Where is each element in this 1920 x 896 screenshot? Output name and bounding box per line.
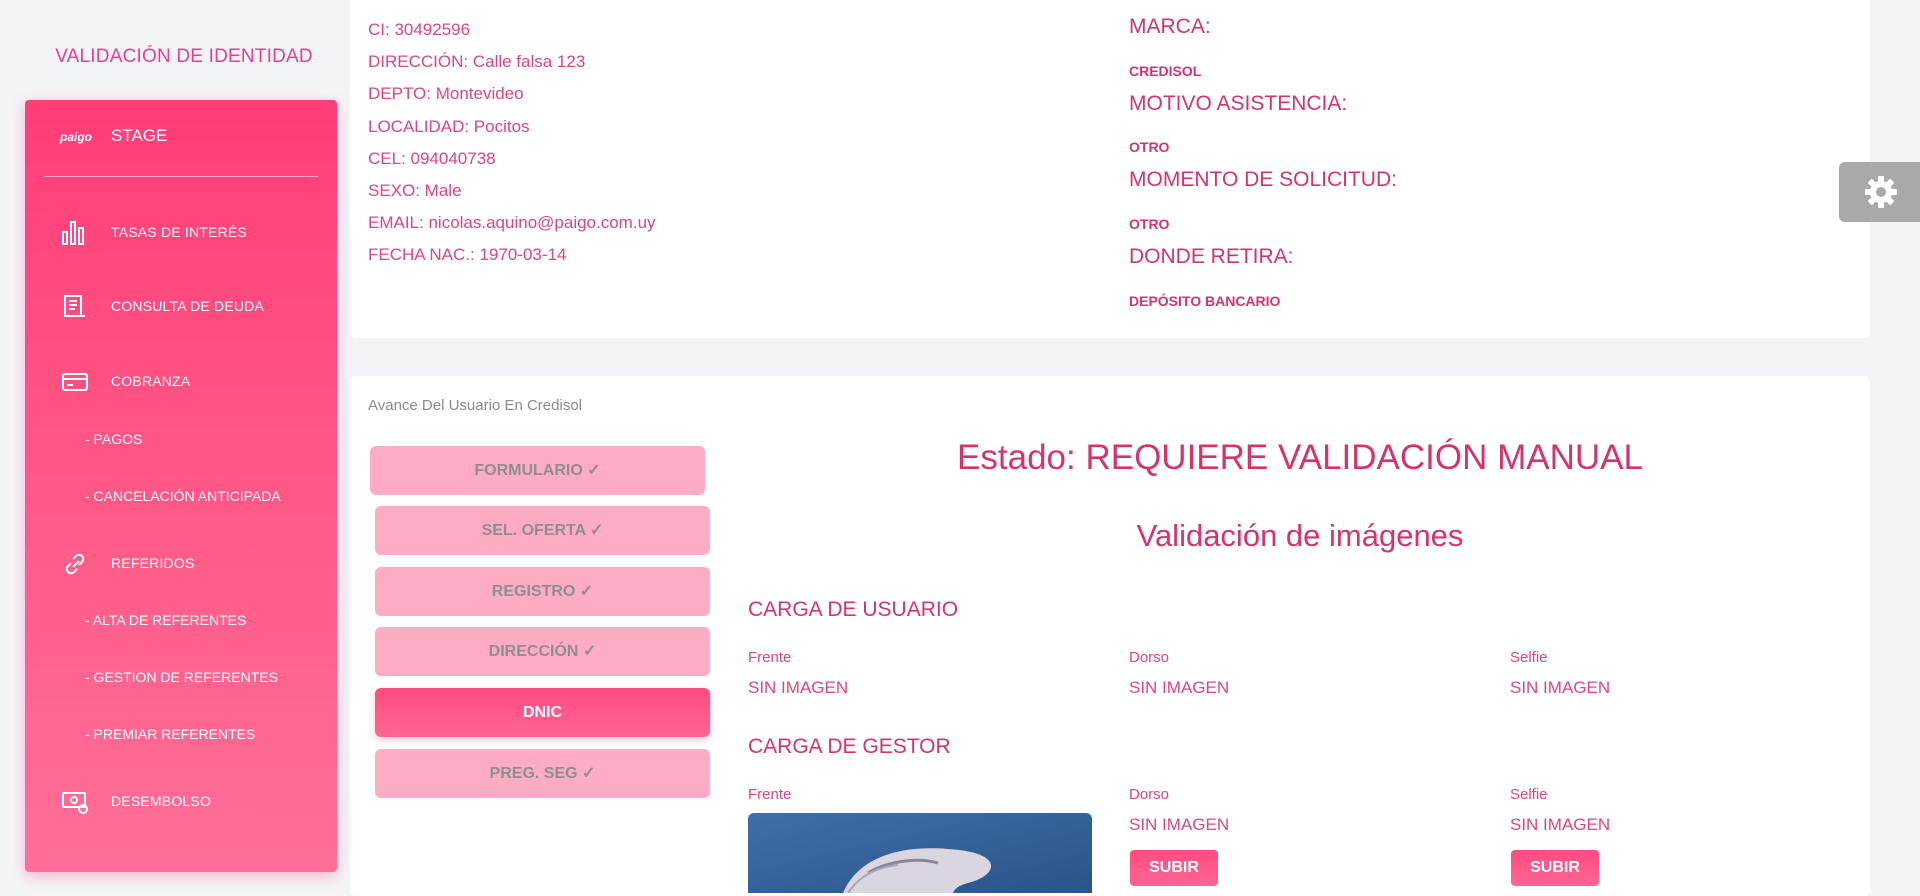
user-depto: DEPTO: Montevideo: [368, 84, 524, 104]
sidebar-item-cobranza[interactable]: COBRANZA: [25, 361, 337, 401]
usuario-selfie-value: SIN IMAGEN: [1510, 678, 1611, 697]
momento-value: OTRO: [1129, 216, 1170, 232]
page-title: VALIDACIÓN DE IDENTIDAD: [55, 46, 313, 67]
gestor-dorso-value: SIN IMAGEN: [1129, 815, 1230, 834]
gestor-dorso-upload-button[interactable]: SUBIR: [1130, 850, 1218, 886]
sidebar-item-referidos[interactable]: REFERIDOS: [25, 543, 337, 583]
sidebar-item-label: REFERIDOS: [111, 555, 195, 571]
retira-value: DEPÓSITO BANCARIO: [1129, 293, 1281, 309]
motivo-value: OTRO: [1129, 139, 1170, 155]
sidebar-item-label: TASAS DE INTERÉS: [111, 224, 247, 240]
sidebar-item-label: DESEMBOLSO: [111, 793, 212, 809]
sidebar-subitem-gestion-referentes[interactable]: - GESTION DE REFERENTES: [85, 669, 278, 685]
gestor-frente-image: [748, 813, 1092, 893]
step-sel-oferta[interactable]: SEL. OFERTA ✓: [375, 506, 710, 555]
image-validation-title: Validación de imágenes: [1136, 518, 1464, 553]
user-cel: CEL: 094040738: [368, 148, 496, 168]
gestor-selfie-upload-button[interactable]: SUBIR: [1511, 850, 1599, 886]
receipt-icon: [61, 294, 89, 320]
usuario-frente-label: Frente: [748, 649, 792, 666]
carga-gestor-title: CARGA DE GESTOR: [748, 735, 951, 758]
user-info-list: CI: 30492596 DIRECCIÓN: Calle falsa 123 …: [368, 14, 656, 272]
link-icon: [61, 551, 89, 577]
environment-label: STAGE: [111, 126, 168, 145]
sidebar-header[interactable]: paigo STAGE: [25, 100, 337, 176]
progress-title: Avance Del Usuario En Credisol: [368, 397, 582, 414]
sidebar-item-label: COBRANZA: [111, 373, 191, 389]
sidebar-item-desembolso[interactable]: DESEMBOLSO: [25, 781, 337, 821]
usuario-dorso-label: Dorso: [1129, 649, 1170, 666]
step-formulario[interactable]: FORMULARIO ✓: [370, 446, 705, 495]
step-preg-seg[interactable]: PREG. SEG ✓: [375, 749, 710, 798]
gestor-dorso-label: Dorso: [1129, 786, 1170, 803]
user-ci: CI: 30492596: [368, 20, 471, 39]
bar-chart-icon: [61, 220, 89, 246]
user-fecha-nac: FECHA NAC.: 1970-03-14: [368, 245, 567, 265]
user-localidad: LOCALIDAD: Pocitos: [368, 116, 530, 136]
paigo-logo: paigo: [60, 130, 92, 144]
usuario-frente-value: SIN IMAGEN: [748, 678, 849, 697]
gestor-frente-label: Frente: [748, 786, 792, 803]
marca-label: MARCA:: [1129, 15, 1211, 38]
sidebar-subitem-cancelacion[interactable]: - CANCELACIÓN ANTICIPADA: [85, 488, 281, 504]
settings-button[interactable]: [1839, 162, 1920, 222]
usuario-selfie-label: Selfie: [1510, 649, 1548, 666]
gestor-selfie-label: Selfie: [1510, 786, 1548, 803]
usuario-dorso-value: SIN IMAGEN: [1129, 678, 1230, 697]
user-direccion: DIRECCIÓN: Calle falsa 123: [368, 52, 586, 72]
step-direccion[interactable]: DIRECCIÓN ✓: [375, 627, 710, 676]
step-dnic[interactable]: DNIC: [375, 688, 710, 737]
sidebar-subitem-pagos[interactable]: - PAGOS: [85, 431, 142, 447]
sidebar: paigo STAGE TASAS DE INTERÉS CONSULTA DE…: [25, 100, 337, 872]
momento-label: MOMENTO DE SOLICITUD:: [1129, 168, 1397, 191]
user-email: EMAIL: nicolas.aquino@paigo.com.uy: [368, 213, 656, 233]
sidebar-item-label: CONSULTA DE DEUDA: [111, 298, 265, 314]
sidebar-divider: [44, 176, 318, 177]
sidebar-subitem-premiar-referentes[interactable]: - PREMIAR REFERENTES: [85, 726, 255, 742]
gestor-selfie-value: SIN IMAGEN: [1510, 815, 1611, 834]
retira-label: DONDE RETIRA:: [1129, 245, 1294, 268]
user-sexo: SEXO: Male: [368, 181, 462, 201]
sidebar-item-consulta-deuda[interactable]: CONSULTA DE DEUDA: [25, 286, 337, 326]
status-heading: Estado: REQUIERE VALIDACIÓN MANUAL: [957, 438, 1643, 477]
sidebar-subitem-alta-referentes[interactable]: - ALTA DE REFERENTES: [85, 612, 246, 628]
step-registro[interactable]: REGISTRO ✓: [375, 567, 710, 616]
sidebar-item-tasas[interactable]: TASAS DE INTERÉS: [25, 212, 337, 252]
credit-card-icon: [61, 369, 89, 395]
marca-value: CREDISOL: [1129, 63, 1202, 79]
carga-usuario-title: CARGA DE USUARIO: [748, 598, 959, 621]
gear-icon: [1861, 172, 1901, 217]
money-icon: [61, 789, 89, 815]
motivo-label: MOTIVO ASISTENCIA:: [1129, 92, 1348, 115]
